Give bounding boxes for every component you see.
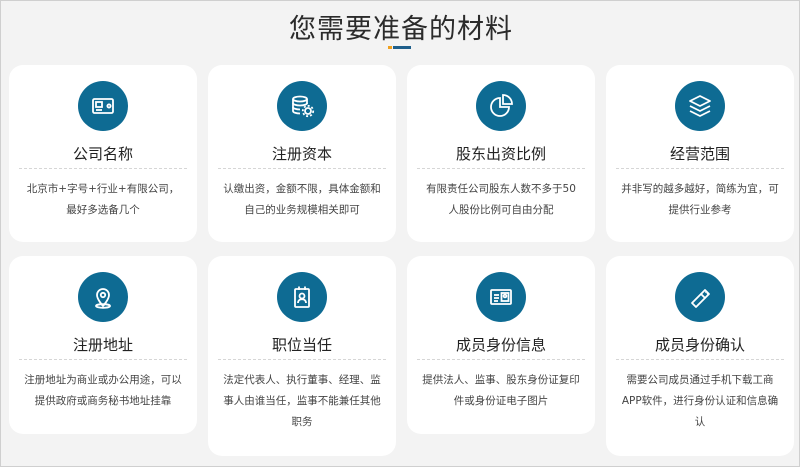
card-title: 经营范围 [669,145,730,163]
card-registered-address: 注册地址 注册地址为商业或办公用途，可以提供政府或商务秘书地址挂靠 [9,256,197,434]
card-divider [417,359,585,360]
card-divider [417,168,585,169]
card-member-id-info: 成员身份信息 提供法人、监事、股东身份证复印件或身份证电子图片 [407,256,595,434]
card-registered-capital: 注册资本 认缴出资，金额不限，具体金额和自己的业务规模相关即可 [208,65,396,242]
database-gear-icon [277,81,327,131]
card-description: 法定代表人、执行董事、经理、监事人由谁当任，监事不能兼任其他职务 [223,374,381,428]
card-divider [616,168,784,169]
card-description: 有限责任公司股东人数不多于50人股份比例可自由分配 [426,183,576,216]
card-divider [218,359,386,360]
page-title: 您需要准备的材料 [289,14,513,45]
card-title: 注册地址 [72,336,133,354]
card-description: 需要公司成员通过手机下载工商APP软件，进行身份认证和信息确认 [621,374,779,428]
badge-person-icon [277,272,327,322]
card-shareholder-ratio: 股东出资比例 有限责任公司股东人数不多于50人股份比例可自由分配 [407,65,595,242]
layers-icon [675,81,725,131]
pie-chart-icon [476,81,526,131]
card-description: 北京市+字号+行业+有限公司，最好多选备几个 [26,183,180,216]
card-divider [218,168,386,169]
id-card-icon [78,81,128,131]
card-title: 成员身份确认 [654,336,745,354]
card-description: 提供法人、监事、股东身份证复印件或身份证电子图片 [422,374,580,407]
card-divider [616,359,784,360]
card-company-name: 公司名称 北京市+字号+行业+有限公司，最好多选备几个 [9,65,197,242]
card-title: 成员身份信息 [455,336,546,354]
card-title: 注册资本 [271,145,332,163]
card-description: 并非写的越多越好，简练为宜，可提供行业参考 [621,183,779,216]
card-description: 注册地址为商业或办公用途，可以提供政府或商务秘书地址挂靠 [24,374,182,407]
card-member-id-confirm: 成员身份确认 需要公司成员通过手机下载工商APP软件，进行身份认证和信息确认 [606,256,794,456]
title-underline [388,46,411,49]
usb-drive-icon [675,272,725,322]
card-title: 职位当任 [271,336,332,354]
card-description: 认缴出资，金额不限，具体金额和自己的业务规模相关即可 [223,183,381,216]
card-divider [19,168,187,169]
card-positions: 职位当任 法定代表人、执行董事、经理、监事人由谁当任，监事不能兼任其他职务 [208,256,396,456]
page-frame: 您需要准备的材料 公司名称 北京市+字号+行业+有限公司，最好多选备几个 注册资… [0,0,800,467]
card-title: 公司名称 [72,145,133,163]
location-pin-icon [78,272,128,322]
id-photo-icon [476,272,526,322]
card-title: 股东出资比例 [455,145,546,163]
card-business-scope: 经营范围 并非写的越多越好，简练为宜，可提供行业参考 [606,65,794,242]
card-divider [19,359,187,360]
title-underline-accent [388,46,392,49]
